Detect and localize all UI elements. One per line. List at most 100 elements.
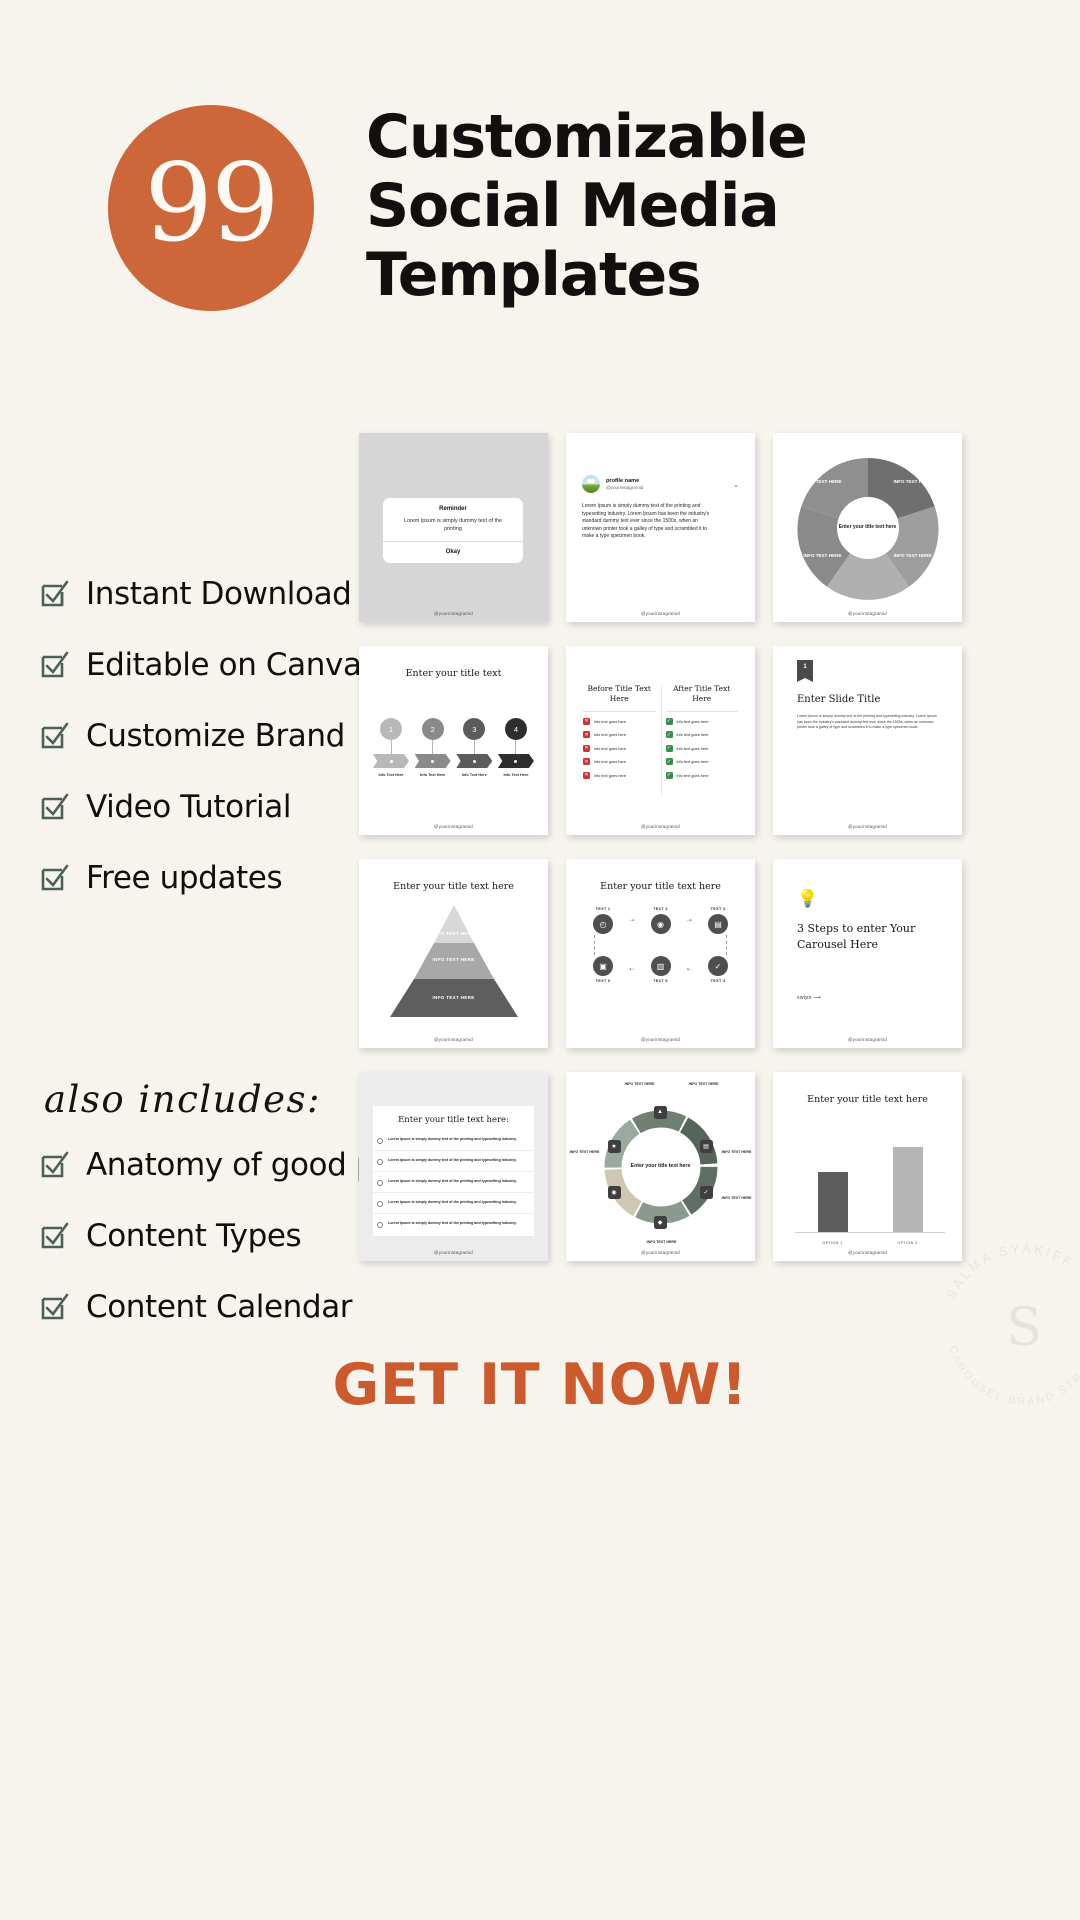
feature-label: Customize Brand <box>86 718 345 754</box>
card-handle: @yourinstagramid <box>434 1250 473 1255</box>
template-card-reminder[interactable]: Reminder Lorem Ipsum is simply dummy tex… <box>359 433 548 622</box>
step-label: Info Text Here <box>420 773 446 777</box>
promo-page: 99 Customizable Social Media Templates I… <box>0 0 1080 1920</box>
list-item: Lorem Ipsum is simply dummy text of the … <box>373 1172 534 1193</box>
node-icon: ◆ <box>653 1215 667 1229</box>
node-icon: ▤ <box>699 1139 713 1153</box>
list-item: Customize Brand <box>40 712 410 760</box>
list-item: ✕ info text goes here <box>583 717 656 725</box>
page-title-line-2: Social Media <box>366 171 780 241</box>
cycle-label: INFO TEXT HERE <box>646 1239 677 1244</box>
template-card-carousel-steps[interactable]: 💡 3 Steps to enter Your Carousel Here sw… <box>773 859 962 1048</box>
list-item: Lorem Ipsum is simply dummy text of the … <box>373 1214 534 1234</box>
item-label: info text goes here <box>676 772 709 778</box>
flow-node: TEXT 3 ▤ <box>697 907 739 934</box>
process-step: 3 Info Text Here <box>456 718 493 778</box>
node-label: TEXT 3 <box>710 907 726 911</box>
flow-node: ▥ TEXT 5 <box>640 956 682 983</box>
chevron-down-icon[interactable]: ⌄ <box>733 481 739 489</box>
checkbox-checked-icon <box>40 721 70 751</box>
flow-row-top: TEXT 1 ◴ ⇢ TEXT 2 ◉ ⇢ TEXT 3 ▤ <box>582 907 739 934</box>
feature-label: Instant Download <box>86 576 352 612</box>
card-handle: @yourinstagramid <box>434 611 473 616</box>
template-card-instagram-post[interactable]: profile name @yourinstagramid ⌄ Lorem Ip… <box>566 433 755 622</box>
template-card-donut-chart[interactable]: INFO TEXT HERE INFO TEXT HERE INFO TEXT … <box>773 433 962 622</box>
node-label: TEXT 5 <box>653 979 668 983</box>
list-item: ✓ info text goes here <box>665 731 739 738</box>
flow-diagram: TEXT 1 ◴ ⇢ TEXT 2 ◉ ⇢ TEXT 3 ▤ ▣ TEXT 6 … <box>582 907 739 983</box>
template-card-radio-checklist[interactable]: Enter your title text here: Lorem Ipsum … <box>359 1072 548 1261</box>
radio-icon[interactable] <box>377 1138 383 1144</box>
card-title: Enter your title text here <box>393 881 514 892</box>
segment-label: INFO TEXT HERE <box>803 552 842 558</box>
item-label: info text goes here <box>594 745 627 751</box>
radio-icon[interactable] <box>377 1201 383 1207</box>
cross-icon: ✕ <box>583 758 590 765</box>
arrow-left-icon: ⇠ <box>686 967 692 973</box>
node-icon: ◉ <box>607 1185 621 1199</box>
item-label: info text goes here <box>676 732 709 737</box>
list-item: Content Calendar <box>40 1283 470 1331</box>
reminder-title: Reminder <box>439 506 467 512</box>
arrow-right-icon: ⇢ <box>686 918 692 924</box>
after-title: After Title Text Here <box>673 684 731 703</box>
card-handle: @yourinstagramid <box>641 611 680 616</box>
template-card-process-steps[interactable]: Enter your title text 1 Info Text Here 2… <box>359 646 548 835</box>
node-label: TEXT 6 <box>595 979 611 983</box>
badge-number: 99 <box>144 141 279 266</box>
bar-option-1 <box>817 1171 848 1232</box>
watermark-top-text: SALMA SYAKIFF <box>943 1241 1074 1302</box>
template-card-pyramid[interactable]: Enter your title text here INFO TEXT HER… <box>359 859 548 1048</box>
check-icon: ✓ <box>665 717 673 725</box>
card-handle: @yourinstagramid <box>434 1037 473 1042</box>
list-item: Video Tutorial <box>40 783 410 831</box>
check-icon: ✓ <box>665 771 673 779</box>
okay-button[interactable]: Okay <box>383 542 523 563</box>
list-item: ✓ info text goes here <box>665 744 739 752</box>
checkbox-checked-icon <box>40 863 70 893</box>
node-icon: ▲ <box>653 1105 667 1119</box>
before-column: Before Title Text Here ✕ info text goes h… <box>578 684 661 785</box>
template-preview-grid: SALMA SYAKIFF CAROUSEL BRAND STRATEGY S … <box>359 433 1080 1408</box>
document-icon: ▤ <box>708 914 728 934</box>
template-card-cycle-diagram[interactable]: ▲ ▤ ✓ ◆ ◉ ★ INFO TEXT HERE INFO TEXT HER… <box>566 1072 755 1261</box>
feature-label: Content Types <box>86 1218 302 1254</box>
feature-list-primary: Instant Download Editable on Canva Custo… <box>40 570 410 925</box>
feature-label: Video Tutorial <box>86 789 292 825</box>
swipe-label: swipe <box>797 995 812 1001</box>
radio-icon[interactable] <box>377 1222 383 1228</box>
arrow-right-icon: ⟶ <box>813 995 822 1001</box>
bar-chart <box>795 1135 945 1233</box>
card-handle: @yourinstagramid <box>848 824 887 829</box>
cta-button[interactable]: GET IT NOW! <box>0 1352 1080 1418</box>
card-title: Enter your title text here <box>600 881 721 892</box>
flow-connectors <box>582 934 739 956</box>
flow-node: TEXT 2 ◉ <box>640 907 682 934</box>
card-handle: @yourinstagramid <box>434 824 473 829</box>
step-number: 1 <box>380 718 402 740</box>
template-card-bar-chart[interactable]: Enter your title text here OPTION 1 OPTI… <box>773 1072 962 1261</box>
node-label: TEXT 4 <box>710 979 726 983</box>
donut-chart: INFO TEXT HERE INFO TEXT HERE INFO TEXT … <box>793 453 943 603</box>
bar-axis-labels: OPTION 1 OPTION 2 <box>795 1241 945 1245</box>
node-label: TEXT 1 <box>595 907 611 911</box>
card-handle: @yourinstagramid <box>641 1037 680 1042</box>
post-body: Lorem Ipsum is simply dummy text of the … <box>582 503 710 539</box>
lightbulb-icon: 💡 <box>797 889 819 908</box>
book-icon: ▥ <box>650 956 671 976</box>
list-item: Instant Download <box>40 570 410 618</box>
step-label: Info Text Here <box>378 773 404 777</box>
radio-icon[interactable] <box>377 1159 383 1165</box>
cycle-label: INFO TEXT HERE <box>721 1195 752 1200</box>
item-label: Lorem Ipsum is simply dummy text of the … <box>388 1137 517 1141</box>
cross-icon: ✕ <box>583 771 590 779</box>
cross-icon: ✕ <box>583 744 590 752</box>
checkbox-checked-icon <box>40 1221 70 1251</box>
slide-title: Enter Slide Title <box>797 694 881 705</box>
template-card-flow-diagram[interactable]: Enter your title text here TEXT 1 ◴ ⇢ TE… <box>566 859 755 1048</box>
template-card-before-after[interactable]: Before Title Text Here ✕ info text goes h… <box>566 646 755 835</box>
list-item: ✓ info text goes here <box>665 758 739 765</box>
template-card-slide-number[interactable]: 1 Enter Slide Title Lorem Ipsum is simpl… <box>773 646 962 835</box>
radio-icon[interactable] <box>377 1180 383 1186</box>
item-label: info text goes here <box>594 718 627 724</box>
